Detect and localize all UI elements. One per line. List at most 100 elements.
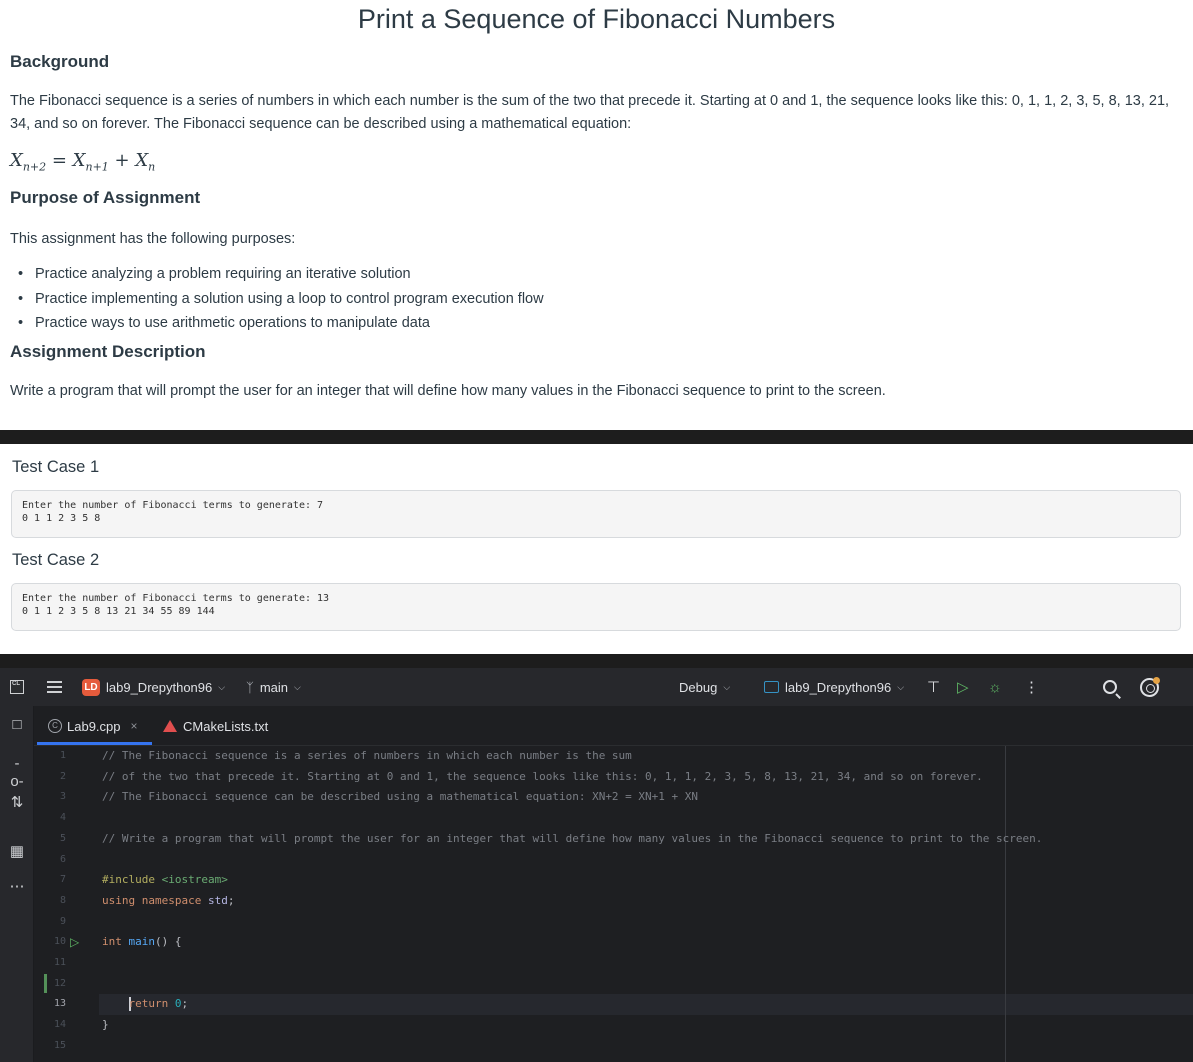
run-config-icon [764, 681, 779, 693]
line-number: 12 [53, 977, 66, 989]
section-divider [0, 430, 1193, 444]
line-number: 9 [59, 915, 66, 927]
cmake-icon [163, 720, 177, 732]
search-button[interactable] [1103, 668, 1117, 706]
debug-button[interactable]: ☼ [988, 668, 1002, 706]
line-number: 3 [59, 791, 66, 803]
commit-icon[interactable]: -o- [8, 755, 26, 790]
test-case-output: Enter the number of Fibonacci terms to g… [11, 583, 1181, 631]
run-icon: ▷ [957, 679, 969, 696]
tab-label: CMakeLists.txt [183, 718, 269, 734]
active-tab-indicator [37, 742, 152, 745]
purpose-intro: This assignment has the following purpos… [10, 231, 296, 247]
hamburger-icon [47, 681, 62, 693]
more-horizontal-icon[interactable]: ⋯ [8, 878, 26, 896]
code-line: // Write a program that will prompt the … [102, 831, 1043, 845]
list-item: Practice ways to use arithmetic operatio… [18, 312, 544, 337]
more-actions-button[interactable]: ⋮ [1024, 668, 1039, 706]
folder-icon[interactable]: □ [8, 716, 26, 734]
pull-requests-icon[interactable]: ⇅ [8, 794, 26, 812]
background-text: The Fibonacci sequence is a series of nu… [10, 93, 1170, 132]
hammer-icon: ⊤ [927, 679, 941, 696]
chevron-down-icon: ⌵ [723, 681, 731, 692]
line-number: 2 [59, 770, 66, 782]
code-line: return 0; [128, 997, 189, 1012]
line-number: 7 [59, 874, 66, 886]
background-heading: Background [10, 52, 110, 71]
notification-dot [1153, 676, 1160, 684]
bug-icon: ☼ [988, 678, 1002, 696]
purpose-heading: Purpose of Assignment [10, 188, 201, 207]
output-line: 0 1 1 2 3 5 8 [22, 512, 101, 524]
code-line: // The Fibonacci sequence is a series of… [102, 749, 632, 762]
code-line: // The Fibonacci sequence can be describ… [102, 790, 699, 804]
project-selector[interactable]: LD lab9_Drepython96 ⌵ [82, 668, 225, 706]
line-gutter: 1 2 3 4 5 6 7 8 9 10 11 12 13 14 15 ▷ [34, 746, 99, 1062]
list-item: Practice implementing a solution using a… [18, 288, 544, 313]
section-divider [0, 654, 1193, 668]
chevron-down-icon: ⌵ [218, 681, 226, 692]
line-number: 8 [59, 894, 66, 906]
line-number: 10 [53, 936, 66, 948]
git-branch-icon: ᛉ [246, 679, 254, 695]
tool-window-bar: □ -o- ⇅ ▦ ⋯ [0, 706, 34, 1062]
run-config-name: lab9_Drepython96 [785, 679, 892, 695]
more-vertical-icon: ⋮ [1024, 679, 1039, 696]
line-number: 14 [53, 1019, 66, 1031]
project-badge: LD [82, 678, 100, 696]
code-line: int main() { [102, 935, 182, 949]
search-icon [1103, 680, 1117, 694]
page-title: Print a Sequence of Fibonacci Numbers [357, 4, 836, 34]
change-marker [44, 974, 47, 993]
test-case-title: Test Case 2 [12, 551, 100, 569]
gear-icon [1140, 676, 1160, 697]
ide-window: CL LD lab9_Drepython96 ⌵ ᛉ main ⌵ Debug … [0, 668, 1193, 1062]
description-heading: Assignment Description [10, 342, 206, 361]
line-number: 6 [59, 853, 66, 865]
assignment-page: Print a Sequence of Fibonacci Numbers Ba… [0, 0, 1193, 430]
test-case-title: Test Case 1 [12, 458, 100, 476]
main-menu-button[interactable] [47, 668, 62, 706]
build-mode-label: Debug [679, 679, 718, 695]
branch-name: main [259, 679, 288, 695]
right-margin-guide [1005, 746, 1006, 1062]
cpp-file-icon: C [48, 719, 62, 733]
tab-label: Lab9.cpp [67, 718, 121, 734]
run-gutter-icon[interactable]: ▷ [70, 932, 79, 953]
line-number: 15 [53, 1039, 66, 1051]
chevron-down-icon: ⌵ [294, 681, 301, 692]
line-number: 5 [59, 832, 66, 844]
test-case-output: Enter the number of Fibonacci terms to g… [11, 490, 1181, 538]
current-line-highlight [99, 994, 1193, 1016]
code-line: #include <iostream> [102, 873, 228, 887]
clion-logo: CL [10, 668, 24, 706]
editor-tabs: C Lab9.cpp × CMakeLists.txt [34, 706, 1193, 746]
output-line: Enter the number of Fibonacci terms to g… [22, 593, 330, 604]
code-line: } [102, 1018, 109, 1032]
code-line: using namespace std; [102, 893, 235, 907]
close-icon[interactable]: × [131, 719, 138, 733]
settings-button[interactable] [1140, 668, 1160, 706]
structure-icon[interactable]: ▦ [8, 843, 26, 861]
description-text: Write a program that will prompt the use… [10, 383, 886, 399]
ide-toolbar: CL LD lab9_Drepython96 ⌵ ᛉ main ⌵ Debug … [0, 668, 1193, 706]
output-line: Enter the number of Fibonacci terms to g… [22, 500, 324, 511]
line-number: 11 [53, 957, 66, 968]
output-line: 0 1 1 2 3 5 8 13 21 34 55 89 144 [22, 605, 215, 617]
branch-selector[interactable]: ᛉ main ⌵ [246, 668, 301, 706]
run-config-selector[interactable]: lab9_Drepython96 ⌵ [764, 668, 904, 706]
tab-cmakelists[interactable]: CMakeLists.txt [163, 706, 268, 746]
code-editor[interactable]: 1 2 3 4 5 6 7 8 9 10 11 12 13 14 15 ▷ //… [34, 746, 1193, 1062]
list-item: Practice analyzing a problem requiring a… [18, 263, 544, 288]
tab-lab9-cpp[interactable]: C Lab9.cpp × [48, 706, 138, 746]
code-line: // of the two that precede it. Starting … [102, 769, 983, 783]
chevron-down-icon: ⌵ [897, 681, 905, 692]
build-mode-selector[interactable]: Debug ⌵ [679, 668, 730, 706]
fibonacci-equation: Xn+2 = Xn+1 + Xn [10, 150, 156, 174]
test-cases: Test Case 1 Enter the number of Fibonacc… [0, 444, 1193, 654]
line-number: 1 [59, 750, 66, 761]
purpose-list: Practice analyzing a problem requiring a… [18, 263, 544, 337]
build-button[interactable]: ⊤ [927, 668, 940, 706]
run-button[interactable]: ▷ [957, 668, 969, 706]
project-name: lab9_Drepython96 [106, 679, 213, 695]
